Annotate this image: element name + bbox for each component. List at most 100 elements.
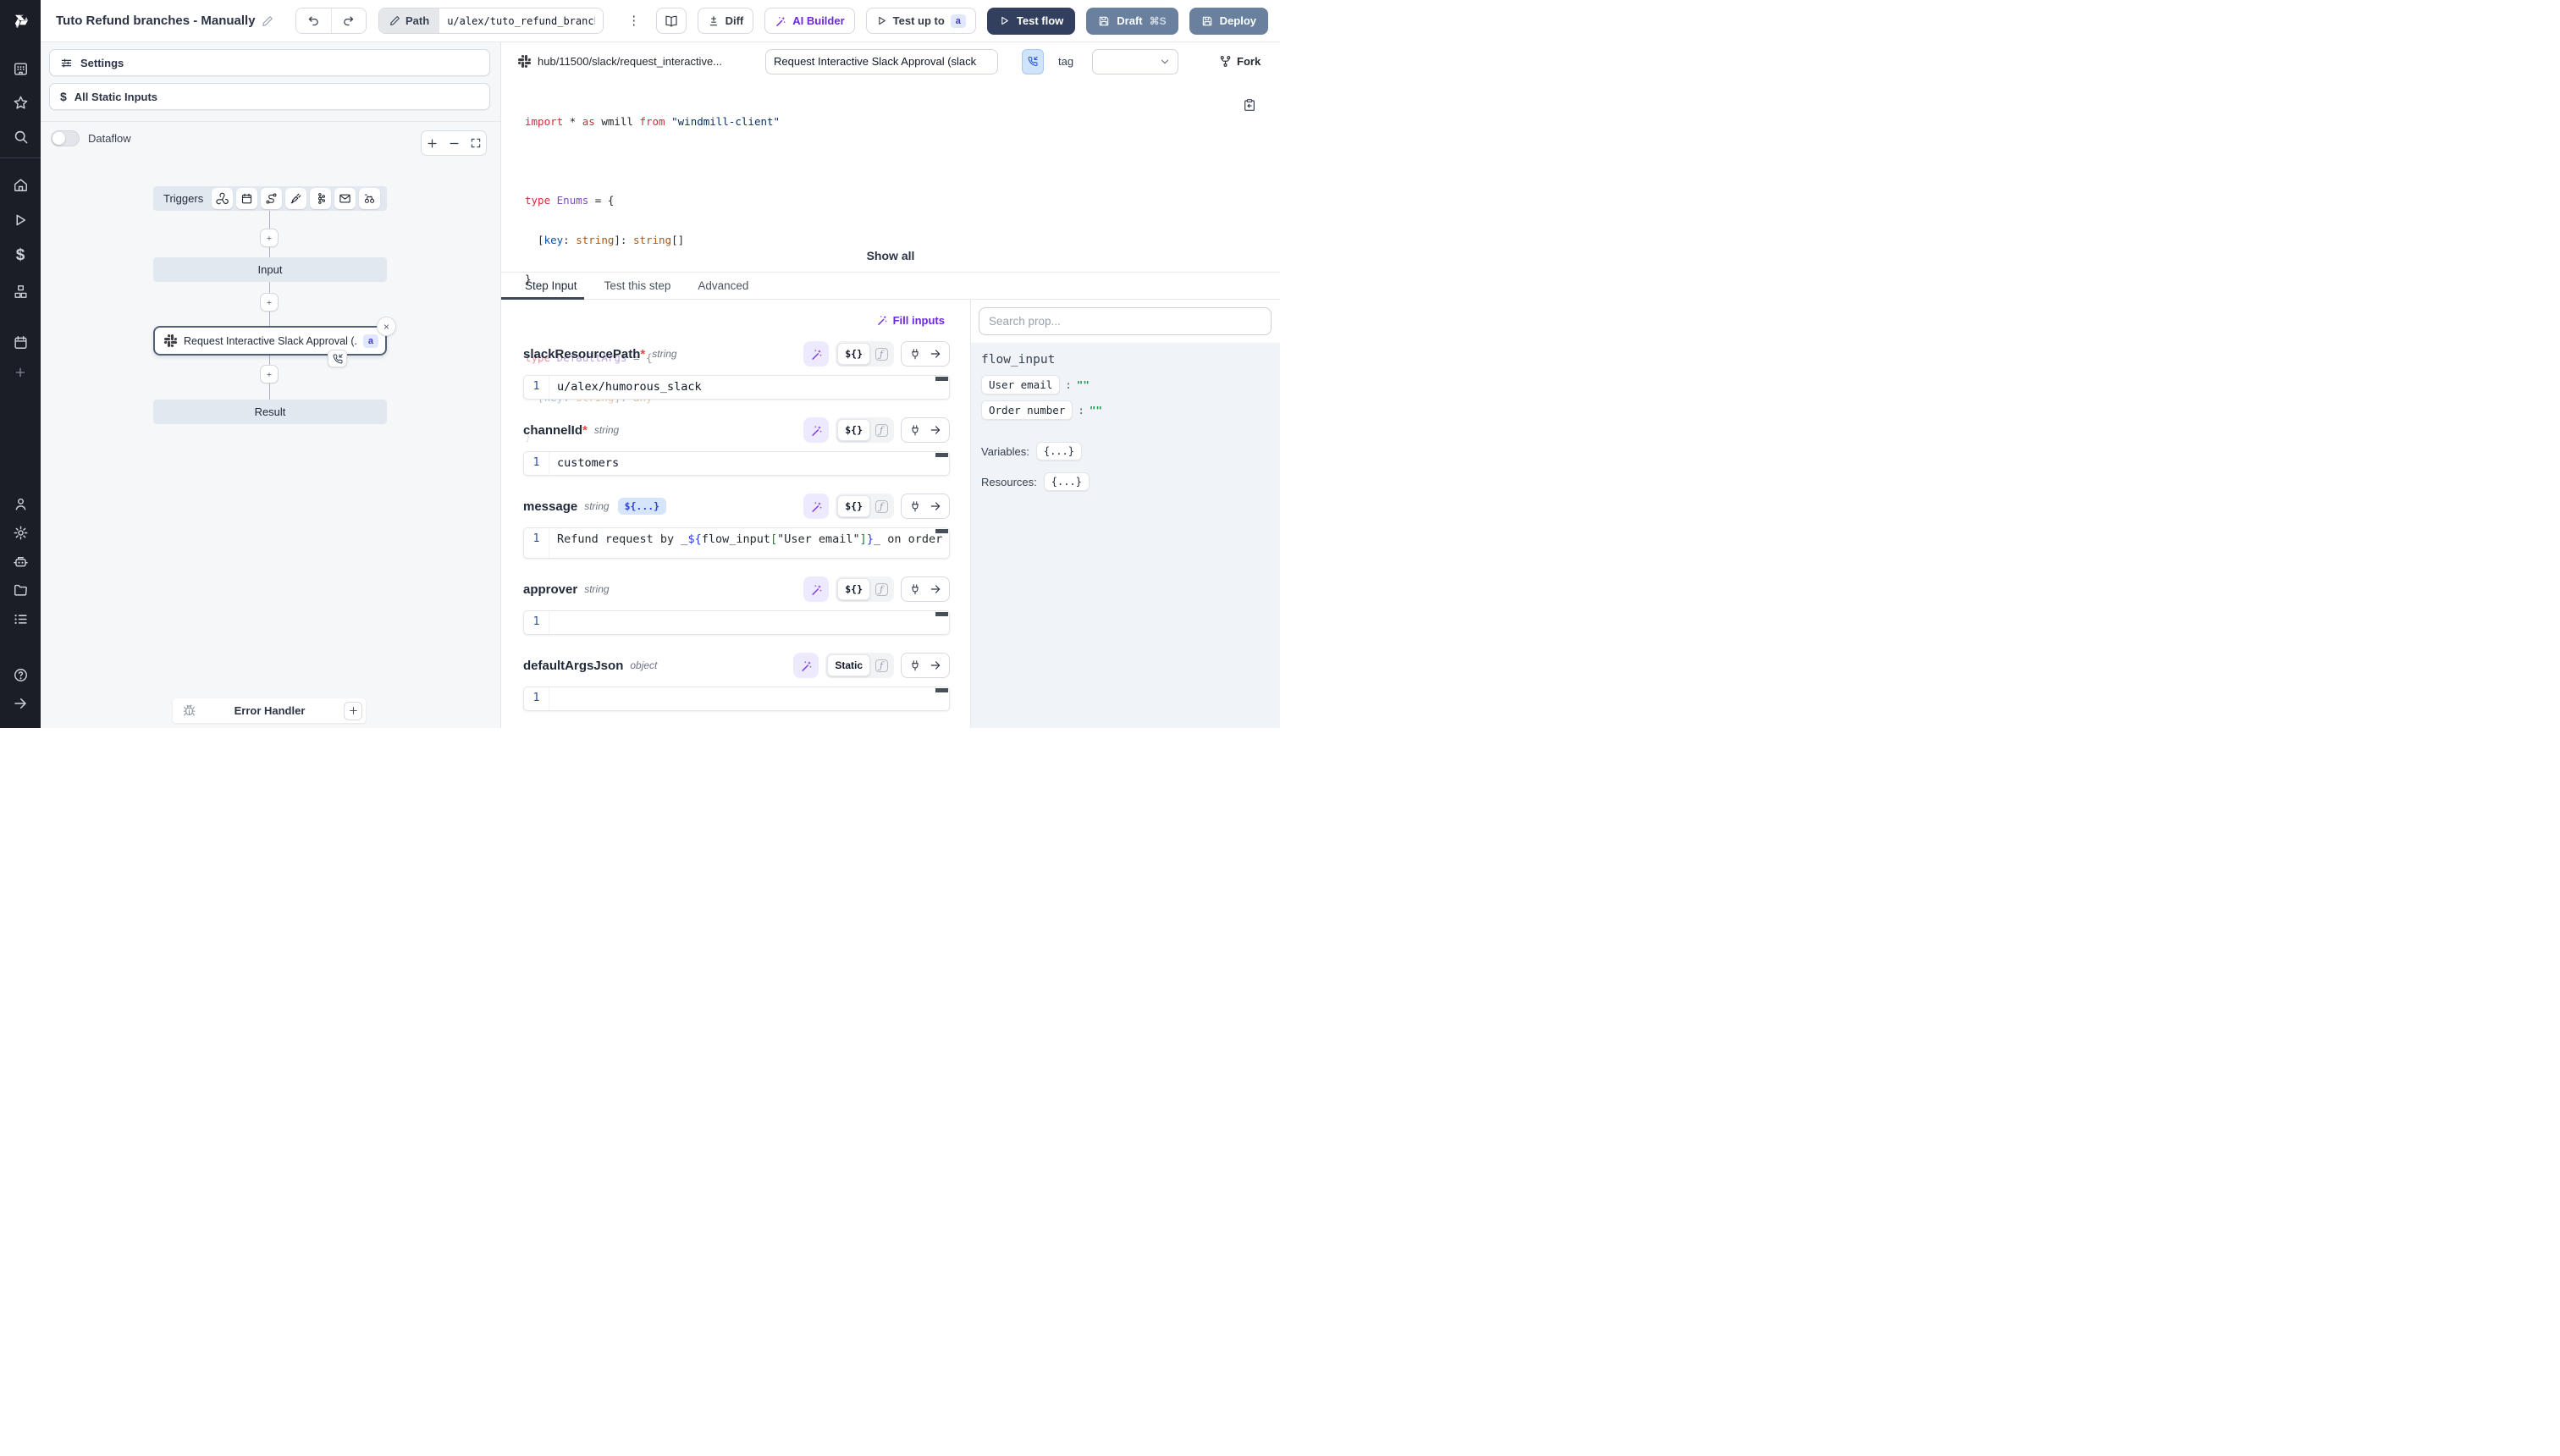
ai-fill-wand-button[interactable] <box>803 576 829 602</box>
workspace-icon[interactable] <box>0 54 41 83</box>
search-icon[interactable] <box>0 122 41 151</box>
tag-select[interactable] <box>1092 49 1178 74</box>
template-mode-chip[interactable]: ${} <box>837 495 870 517</box>
fit-view-icon[interactable] <box>470 137 482 149</box>
resources-icon[interactable] <box>0 277 41 306</box>
javascript-mode-toggle[interactable]: ƒ <box>870 659 892 672</box>
home-icon[interactable] <box>0 170 41 199</box>
webhook-icon[interactable] <box>212 188 233 209</box>
show-all-button[interactable]: Show all <box>862 248 920 263</box>
ai-fill-wand-button[interactable] <box>803 417 829 443</box>
insert-step-button[interactable] <box>260 229 279 247</box>
add-icon[interactable] <box>0 358 41 387</box>
plug-icon[interactable] <box>909 348 921 360</box>
ai-fill-wand-button[interactable] <box>803 341 829 367</box>
message-editor[interactable]: 1 Refund request by _${flow_input["User … <box>523 527 950 559</box>
kafka-icon[interactable] <box>310 188 331 209</box>
logs-list-icon[interactable] <box>0 604 41 633</box>
undo-button[interactable] <box>296 8 331 33</box>
schedule-icon[interactable] <box>236 188 257 209</box>
triggers-node[interactable]: Triggers <box>153 186 387 211</box>
flow-input-root[interactable]: flow_input <box>981 353 1270 367</box>
defaultArgsJson-editor[interactable]: 1 <box>523 687 950 711</box>
static-mode-chip[interactable]: Static <box>827 654 870 676</box>
search-prop-input[interactable] <box>979 307 1272 335</box>
path-button[interactable]: Path <box>379 8 439 33</box>
runs-icon[interactable] <box>0 206 41 234</box>
insert-step-button[interactable] <box>260 365 279 383</box>
template-mode-chip[interactable]: ${} <box>837 419 870 441</box>
arrow-right-icon[interactable] <box>930 348 941 360</box>
schedules-icon[interactable] <box>0 328 41 356</box>
test-up-to-button[interactable]: Test up toa <box>866 8 976 34</box>
variables-expand-pill[interactable]: {...} <box>1036 442 1082 461</box>
insert-step-button[interactable] <box>260 293 279 312</box>
arrow-right-icon[interactable] <box>930 583 941 595</box>
plug-icon[interactable] <box>909 424 921 436</box>
plug-icon[interactable] <box>909 659 921 671</box>
channelId-editor[interactable]: 1 customers <box>523 451 950 476</box>
all-static-inputs-button[interactable]: $ All Static Inputs <box>49 83 490 110</box>
zoom-out-icon[interactable] <box>448 137 461 150</box>
favorites-star-icon[interactable] <box>0 88 41 117</box>
code-viewer[interactable]: import * as wmill from "windmill-client"… <box>501 80 1280 272</box>
redo-button[interactable] <box>331 8 366 33</box>
docs-button[interactable] <box>656 8 686 34</box>
remove-step-button[interactable] <box>377 317 396 336</box>
help-icon[interactable] <box>0 660 41 689</box>
suspend-phone-incoming-icon[interactable] <box>328 350 347 367</box>
fill-inputs-button[interactable]: Fill inputs <box>871 312 950 328</box>
hub-script-path[interactable]: hub/11500/slack/request_interactive... <box>518 55 722 68</box>
scheduled-poll-icon[interactable] <box>359 188 380 209</box>
path-input[interactable] <box>439 8 603 33</box>
suspend-approval-button[interactable] <box>1022 49 1044 74</box>
folders-icon[interactable] <box>0 576 41 604</box>
expand-rail-arrow-icon[interactable] <box>0 689 41 718</box>
prop-order-number[interactable]: Order number <box>981 400 1073 420</box>
http-route-icon[interactable] <box>261 188 282 209</box>
input-node[interactable]: Input <box>153 257 387 282</box>
diff-button[interactable]: Diff <box>698 8 754 34</box>
workers-robot-icon[interactable] <box>0 547 41 576</box>
test-flow-button[interactable]: Test flow <box>987 8 1075 35</box>
arrow-right-icon[interactable] <box>930 500 941 512</box>
tab-test-this-step[interactable]: Test this step <box>604 273 671 299</box>
draft-button[interactable]: Draft⌘S <box>1086 8 1178 35</box>
deploy-button[interactable]: Deploy <box>1189 8 1268 35</box>
websocket-icon[interactable] <box>285 188 306 209</box>
add-error-handler-button[interactable] <box>344 702 362 720</box>
slackResourcePath-editor[interactable]: 1 u/alex/humorous_slack <box>523 375 950 400</box>
error-handler-node[interactable]: Error Handler <box>173 698 366 723</box>
more-options-button[interactable]: ⋮ <box>622 18 645 25</box>
windmill-logo[interactable] <box>0 0 41 42</box>
template-mode-chip[interactable]: ${} <box>837 578 870 600</box>
variables-icon[interactable]: $ <box>0 241 41 270</box>
flow-settings-button[interactable]: Settings <box>49 49 490 76</box>
prop-user-email[interactable]: User email <box>981 375 1060 394</box>
plug-icon[interactable] <box>909 583 921 595</box>
email-icon[interactable] <box>334 188 356 209</box>
tab-step-input[interactable]: Step Input <box>525 273 577 299</box>
ai-builder-button[interactable]: AI Builder <box>764 8 854 34</box>
zoom-in-icon[interactable] <box>426 137 439 150</box>
javascript-mode-toggle[interactable]: ƒ <box>870 424 892 437</box>
step-summary-input[interactable] <box>765 49 998 74</box>
plug-icon[interactable] <box>909 500 921 512</box>
dataflow-toggle[interactable] <box>51 130 80 146</box>
ai-fill-wand-button[interactable] <box>793 653 819 678</box>
arrow-right-icon[interactable] <box>930 424 941 436</box>
gear-icon[interactable] <box>0 518 41 547</box>
user-icon[interactable] <box>0 489 41 518</box>
javascript-mode-toggle[interactable]: ƒ <box>870 583 892 596</box>
javascript-mode-toggle[interactable]: ƒ <box>870 348 892 361</box>
edit-title-icon[interactable] <box>262 15 273 27</box>
fork-button[interactable]: Fork <box>1214 54 1266 69</box>
copy-code-icon[interactable] <box>1238 97 1261 113</box>
tab-advanced[interactable]: Advanced <box>698 273 748 299</box>
resources-expand-pill[interactable]: {...} <box>1044 472 1090 491</box>
ai-fill-wand-button[interactable] <box>803 494 829 519</box>
approver-editor[interactable]: 1 <box>523 610 950 635</box>
arrow-right-icon[interactable] <box>930 659 941 671</box>
template-mode-chip[interactable]: ${} <box>837 343 870 365</box>
result-node[interactable]: Result <box>153 400 387 424</box>
